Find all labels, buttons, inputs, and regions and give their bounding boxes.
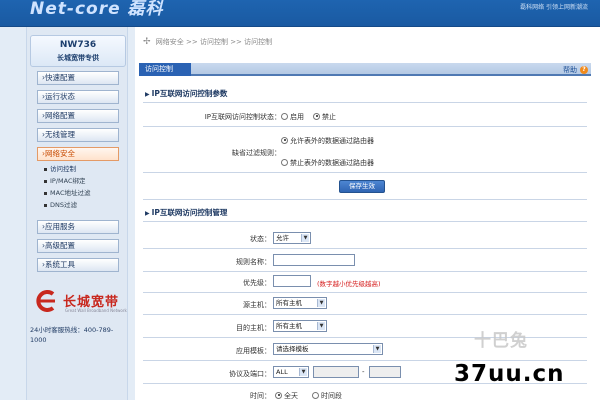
app-template-label: 应用模板： bbox=[236, 347, 271, 355]
rule-status-select[interactable]: 允许 ▼ bbox=[273, 232, 311, 244]
source-host-select[interactable]: 所有主机 ▼ bbox=[273, 297, 327, 309]
default-rule-label: 缺省过滤规则： bbox=[232, 149, 281, 157]
breadcrumb: ✢ 网络安全 >> 访问控制 >> 访问控制 bbox=[143, 37, 273, 47]
brand-logo: Net-core 磊科 bbox=[30, 0, 164, 19]
help-link[interactable]: 帮助 bbox=[563, 65, 577, 75]
priority-label: 优先级： bbox=[243, 279, 271, 287]
radio-status-disable[interactable]: 禁止 bbox=[313, 112, 336, 122]
divider bbox=[143, 271, 587, 272]
protocol-select[interactable]: ALL ▼ bbox=[273, 366, 309, 378]
sidebar: NW736 长城宽带专供 ›快速配置 ›运行状态 ›网络配置 ›无线管理 ›网络… bbox=[26, 27, 128, 400]
radio-selected-icon bbox=[281, 136, 288, 144]
isp-brand: 长城宽带 Great Wall Broadband Network bbox=[29, 290, 129, 314]
chevron-down-icon: ▼ bbox=[373, 345, 381, 353]
menu-network-config[interactable]: ›网络配置 bbox=[37, 109, 119, 123]
bullet-icon bbox=[44, 167, 47, 171]
section-title-manage: ▶ IP互联网访问控制管理 bbox=[145, 208, 228, 217]
arrow-icon: ▶ bbox=[145, 91, 150, 98]
menu-quick-setup[interactable]: ›快速配置 bbox=[37, 71, 119, 85]
dest-host-select[interactable]: 所有主机 ▼ bbox=[273, 320, 327, 332]
divider bbox=[143, 102, 587, 103]
divider bbox=[143, 126, 587, 127]
radio-selected-icon bbox=[275, 391, 282, 399]
menu-network-security[interactable]: ›网络安全 bbox=[37, 147, 119, 161]
submenu-ip-mac-binding[interactable]: IP/MAC绑定 bbox=[44, 176, 86, 186]
source-host-label: 源主机： bbox=[243, 301, 271, 309]
divider bbox=[143, 221, 587, 222]
submenu-mac-filter[interactable]: MAC地址过滤 bbox=[44, 188, 90, 198]
divider bbox=[143, 172, 587, 173]
chevron-down-icon: ▼ bbox=[299, 368, 307, 376]
save-button[interactable]: 保存生效 bbox=[339, 180, 385, 193]
divider bbox=[143, 314, 587, 315]
bullet-icon bbox=[44, 191, 47, 195]
port-end-input[interactable] bbox=[369, 366, 401, 378]
access-status-label: IP互联网访问控制状态： bbox=[204, 113, 281, 121]
model-name: NW736 bbox=[59, 40, 97, 50]
rule-name-input[interactable] bbox=[273, 254, 355, 266]
menu-app-service[interactable]: ›应用服务 bbox=[37, 220, 119, 234]
breadcrumb-item[interactable]: 网络安全 bbox=[156, 38, 184, 46]
panel-header: 访问控制 帮助 ? bbox=[139, 63, 591, 76]
rule-name-label: 规则名称： bbox=[236, 258, 271, 266]
bullet-icon bbox=[44, 203, 47, 207]
header-slogan: 磊科网络 引领上网新潮流 bbox=[520, 4, 588, 11]
great-wall-logo-icon bbox=[36, 290, 55, 312]
radio-icon bbox=[312, 391, 319, 399]
radio-selected-icon bbox=[313, 112, 320, 120]
protocol-port-label: 协议及端口： bbox=[229, 370, 271, 378]
breadcrumb-item[interactable]: 访问控制 bbox=[200, 38, 228, 46]
breadcrumb-item: 访问控制 bbox=[244, 38, 273, 46]
watermark-site: 37uu.cn bbox=[454, 361, 565, 387]
radio-icon bbox=[281, 112, 288, 120]
radio-status-enable[interactable]: 启用 bbox=[281, 112, 304, 122]
top-banner: Net-core 磊科 磊科网络 引领上网新潮流 bbox=[0, 0, 600, 27]
port-start-input[interactable] bbox=[313, 366, 359, 378]
arrow-icon: ▶ bbox=[145, 210, 150, 217]
rule-status-label: 状态： bbox=[250, 235, 271, 243]
port-separator: - bbox=[362, 368, 365, 376]
model-subtitle: 长城宽带专供 bbox=[57, 54, 99, 62]
menu-system-tools[interactable]: ›系统工具 bbox=[37, 258, 119, 272]
watermark-logo: 十巴兔 bbox=[474, 331, 528, 351]
chevron-down-icon: ▼ bbox=[301, 234, 309, 242]
plus-icon: ✢ bbox=[143, 37, 151, 47]
menu-advanced[interactable]: ›高级配置 bbox=[37, 239, 119, 253]
help-icon[interactable]: ? bbox=[580, 66, 588, 74]
menu-run-status[interactable]: ›运行状态 bbox=[37, 90, 119, 104]
chevron-down-icon: ▼ bbox=[317, 299, 325, 307]
divider bbox=[143, 292, 587, 293]
divider bbox=[143, 248, 587, 249]
model-box: NW736 长城宽带专供 bbox=[30, 35, 126, 67]
divider bbox=[143, 199, 587, 200]
hotline-text: 24小时客服热线：400-789-1000 bbox=[30, 326, 114, 344]
menu-wireless[interactable]: ›无线管理 bbox=[37, 128, 119, 142]
chevron-down-icon: ▼ bbox=[317, 322, 325, 330]
app-template-select[interactable]: 请选择模板 ▼ bbox=[273, 343, 383, 355]
tab-access-control[interactable]: 访问控制 bbox=[139, 63, 191, 76]
submenu-access-control[interactable]: 访问控制 bbox=[44, 164, 76, 174]
main-content: ✢ 网络安全 >> 访问控制 >> 访问控制 访问控制 帮助 ? ▶ IP互联网访… bbox=[135, 27, 600, 400]
dest-host-label: 目的主机： bbox=[236, 324, 271, 332]
priority-input[interactable] bbox=[273, 275, 311, 287]
priority-hint: (数字越小优先级越高) bbox=[317, 280, 381, 288]
section-title-params: ▶ IP互联网访问控制参数 bbox=[145, 89, 228, 98]
radio-icon bbox=[281, 158, 288, 166]
radio-rule-deny[interactable]: 禁止表外的数据通过路由器 bbox=[281, 158, 374, 168]
bullet-icon bbox=[44, 179, 47, 183]
radio-rule-allow[interactable]: 允许表外的数据通过路由器 bbox=[281, 136, 374, 146]
isp-brand-english: Great Wall Broadband Network bbox=[65, 308, 127, 313]
submenu-dns-filter[interactable]: DNS过滤 bbox=[44, 200, 77, 210]
